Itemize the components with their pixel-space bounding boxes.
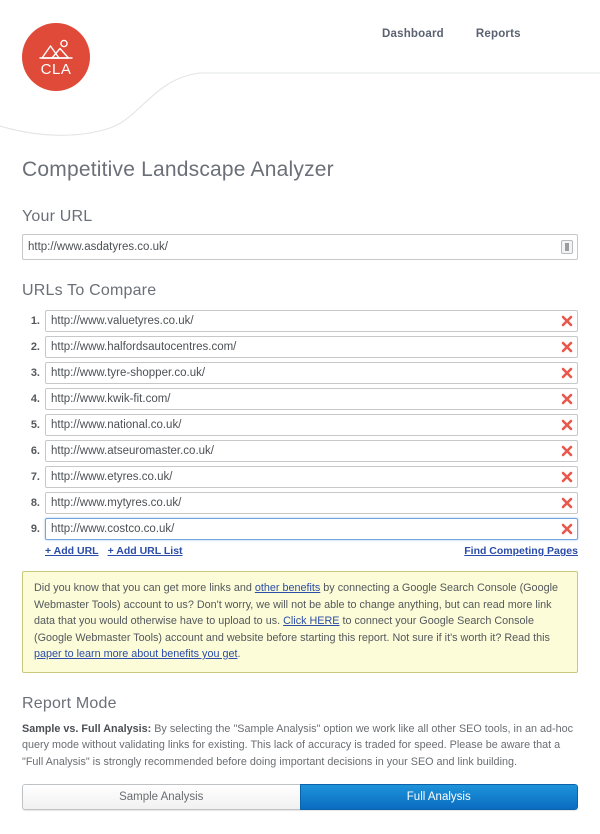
url-row-number: 1. bbox=[30, 315, 40, 327]
header-curve-divider bbox=[0, 72, 600, 136]
url-input[interactable] bbox=[45, 310, 578, 332]
url-input[interactable] bbox=[45, 414, 578, 436]
url-list-actions: + Add URL + Add URL List Find Competing … bbox=[22, 545, 578, 557]
main-content: Competitive Landscape Analyzer Your URL … bbox=[0, 158, 600, 810]
url-row: 1. bbox=[22, 308, 578, 334]
report-mode-toggle: Sample Analysis Full Analysis bbox=[22, 784, 578, 810]
logo-label: CLA bbox=[40, 61, 72, 78]
remove-x-icon[interactable] bbox=[560, 496, 574, 510]
notice-text-part1: Did you know that you can get more links… bbox=[34, 582, 255, 594]
url-field-wrap bbox=[45, 336, 578, 358]
search-console-notice: Did you know that you can get more links… bbox=[22, 571, 578, 673]
your-url-input[interactable] bbox=[22, 234, 578, 260]
url-input[interactable] bbox=[45, 518, 578, 540]
url-row-number: 6. bbox=[30, 445, 40, 457]
main-nav: Dashboard Reports bbox=[382, 28, 521, 40]
url-input[interactable] bbox=[45, 362, 578, 384]
url-row-number: 7. bbox=[30, 471, 40, 483]
url-input[interactable] bbox=[45, 336, 578, 358]
sample-analysis-button[interactable]: Sample Analysis bbox=[22, 784, 300, 810]
url-row: 9. bbox=[22, 516, 578, 542]
benefits-paper-link[interactable]: paper to learn more about benefits you g… bbox=[34, 648, 237, 660]
remove-x-icon[interactable] bbox=[560, 470, 574, 484]
add-url-list-link[interactable]: + Add URL List bbox=[108, 545, 183, 557]
url-row: 3. bbox=[22, 360, 578, 386]
url-row: 6. bbox=[22, 438, 578, 464]
url-row-number: 5. bbox=[30, 419, 40, 431]
add-url-link[interactable]: + Add URL bbox=[45, 545, 99, 557]
remove-x-icon[interactable] bbox=[560, 522, 574, 536]
your-url-field-wrap bbox=[22, 234, 578, 260]
remove-x-icon[interactable] bbox=[560, 418, 574, 432]
find-competing-pages-link[interactable]: Find Competing Pages bbox=[464, 545, 578, 557]
url-row: 4. bbox=[22, 386, 578, 412]
remove-x-icon[interactable] bbox=[560, 444, 574, 458]
url-row-number: 3. bbox=[30, 367, 40, 379]
nav-item-reports[interactable]: Reports bbox=[476, 28, 521, 40]
url-field-wrap bbox=[45, 388, 578, 410]
url-row-number: 8. bbox=[30, 497, 40, 509]
your-url-label: Your URL bbox=[22, 208, 93, 225]
url-row-number: 4. bbox=[30, 393, 40, 405]
url-field-wrap bbox=[45, 466, 578, 488]
other-benefits-link[interactable]: other benefits bbox=[255, 582, 320, 594]
url-field-wrap bbox=[45, 492, 578, 514]
remove-x-icon[interactable] bbox=[560, 340, 574, 354]
remove-x-icon[interactable] bbox=[560, 392, 574, 406]
url-field-wrap bbox=[45, 518, 578, 540]
url-row: 7. bbox=[22, 464, 578, 490]
url-input[interactable] bbox=[45, 466, 578, 488]
url-row-number: 2. bbox=[30, 341, 40, 353]
autofill-icon[interactable] bbox=[561, 240, 573, 254]
report-mode-desc-lead: Sample vs. Full Analysis: bbox=[22, 722, 152, 735]
url-field-wrap bbox=[45, 362, 578, 384]
url-input[interactable] bbox=[45, 388, 578, 410]
url-input[interactable] bbox=[45, 440, 578, 462]
remove-x-icon[interactable] bbox=[560, 314, 574, 328]
mountain-peaks-icon bbox=[39, 37, 73, 61]
click-here-link[interactable]: Click HERE bbox=[283, 615, 339, 627]
full-analysis-button[interactable]: Full Analysis bbox=[299, 784, 578, 810]
report-mode-title: Report Mode bbox=[22, 694, 117, 712]
url-input[interactable] bbox=[45, 492, 578, 514]
urls-to-compare-label: URLs To Compare bbox=[22, 282, 157, 299]
url-field-wrap bbox=[45, 414, 578, 436]
url-row: 5. bbox=[22, 412, 578, 438]
report-mode-description: Sample vs. Full Analysis: By selecting t… bbox=[22, 721, 578, 771]
url-row: 8. bbox=[22, 490, 578, 516]
remove-x-icon[interactable] bbox=[560, 366, 574, 380]
app-logo[interactable]: CLA bbox=[22, 23, 90, 91]
nav-item-dashboard[interactable]: Dashboard bbox=[382, 28, 444, 40]
page-title: Competitive Landscape Analyzer bbox=[22, 158, 334, 181]
url-row-number: 9. bbox=[30, 523, 40, 535]
url-row: 2. bbox=[22, 334, 578, 360]
add-links-group: + Add URL + Add URL List bbox=[45, 545, 183, 557]
notice-text-part4: . bbox=[237, 648, 241, 660]
url-list: 1. 2. 3. bbox=[22, 308, 578, 542]
url-field-wrap bbox=[45, 440, 578, 462]
url-field-wrap bbox=[45, 310, 578, 332]
page-header: CLA Dashboard Reports bbox=[0, 0, 600, 140]
